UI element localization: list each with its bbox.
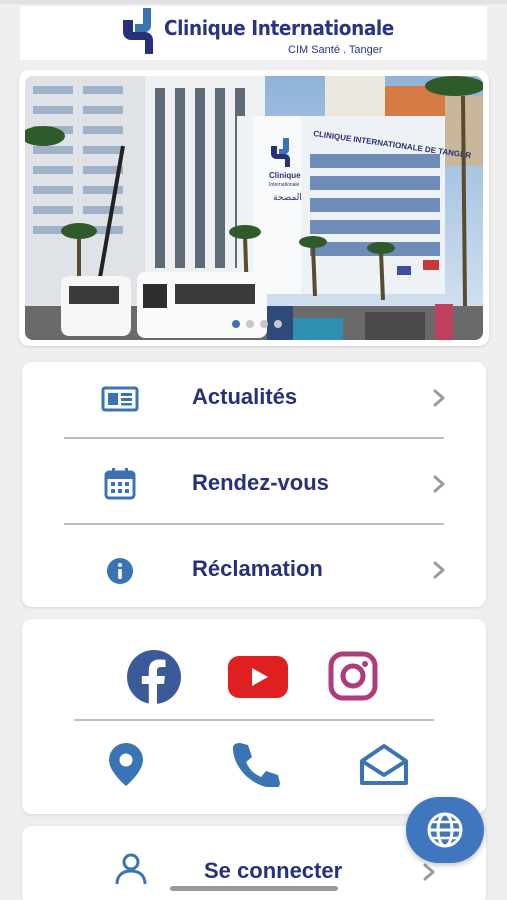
menu-divider (64, 437, 444, 439)
hero-carousel[interactable]: CLINIQUE INTERNATIONALE DE TANGER Cliniq… (19, 70, 489, 346)
app-header: Clinique Internationale CIM Santé . Tang… (20, 6, 487, 60)
calendar-icon (104, 468, 136, 500)
youtube-icon[interactable] (227, 655, 289, 699)
carousel-dot[interactable] (246, 320, 254, 328)
menu-card: Actualités Rendez-vous Réclamation (22, 362, 486, 607)
chevron-right-icon (433, 561, 445, 579)
app-title: Clinique Internationale (164, 16, 394, 40)
mail-icon[interactable] (358, 743, 410, 787)
globe-icon (427, 812, 463, 848)
svg-text:المصحة: المصحة (273, 193, 302, 203)
carousel-dot[interactable] (260, 320, 268, 328)
app-subtitle: CIM Santé . Tanger (288, 44, 383, 56)
menu-divider (64, 523, 444, 525)
carousel-dot[interactable] (274, 320, 282, 328)
menu-item-label: Actualités (192, 384, 298, 409)
clinic-logo-icon (123, 8, 153, 54)
info-icon (107, 558, 133, 584)
svg-text:Internationale: Internationale (269, 182, 300, 188)
instagram-icon[interactable] (328, 651, 378, 701)
home-indicator[interactable] (170, 886, 338, 891)
svg-text:Clinique: Clinique (269, 171, 301, 180)
phone-icon[interactable] (230, 741, 280, 787)
menu-item-reclamation[interactable]: Réclamation (22, 534, 486, 616)
facebook-icon[interactable] (126, 649, 182, 705)
menu-item-label: Réclamation (192, 556, 323, 581)
chevron-right-icon (433, 475, 445, 493)
user-icon (115, 853, 147, 885)
chevron-right-icon (433, 389, 445, 407)
menu-item-rendez-vous[interactable]: Rendez-vous (22, 448, 486, 530)
language-fab-button[interactable] (406, 797, 484, 863)
contact-divider (74, 719, 434, 721)
newspaper-icon (101, 386, 139, 412)
menu-item-actualites[interactable]: Actualités (22, 362, 486, 444)
carousel-dot[interactable] (232, 320, 240, 328)
carousel-indicator (232, 320, 282, 328)
hero-image: CLINIQUE INTERNATIONALE DE TANGER Cliniq… (25, 76, 483, 340)
chevron-right-icon (423, 863, 435, 881)
contact-card (22, 619, 486, 814)
status-strip (0, 0, 507, 4)
login-label: Se connecter (204, 858, 343, 883)
menu-item-label: Rendez-vous (192, 470, 329, 495)
location-pin-icon[interactable] (106, 741, 146, 787)
